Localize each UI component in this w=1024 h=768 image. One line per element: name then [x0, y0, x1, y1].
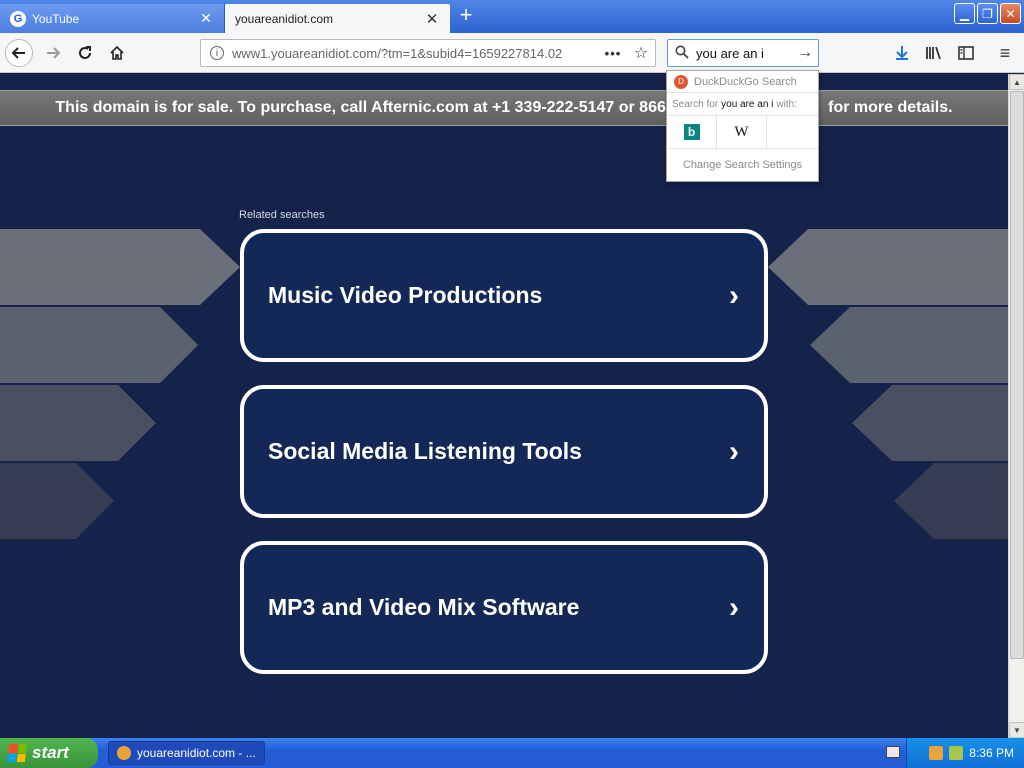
banner-text: This domain is for sale. To purchase, ca… — [0, 91, 1008, 127]
start-label: start — [32, 743, 69, 762]
related-search-label: MP3 and Video Mix Software — [268, 594, 580, 620]
related-search-item[interactable]: Music Video Productions › — [240, 229, 768, 362]
minimize-button[interactable]: ▁ — [954, 3, 975, 24]
related-search-label: Music Video Productions — [268, 282, 543, 308]
search-bar[interactable]: you are an i → — [667, 39, 819, 67]
sidebar-toggle-icon[interactable] — [954, 41, 978, 65]
related-search-label: Social Media Listening Tools — [268, 438, 582, 464]
scroll-up-arrow-icon[interactable]: ▲ — [1009, 74, 1024, 90]
bing-icon: b — [683, 124, 700, 140]
window-controls: ▁ ❐ ✕ — [954, 3, 1021, 24]
taskbar-window-title: youareanidiot.com - ... — [137, 746, 256, 760]
tab-youtube[interactable]: G YouTube ✕ — [0, 4, 225, 33]
new-tab-button[interactable]: + — [455, 4, 477, 27]
url-text[interactable]: www1.youareanidiot.com/?tm=1&subid4=1659… — [232, 46, 599, 61]
start-button[interactable]: start — [0, 738, 98, 768]
wikipedia-icon: W — [734, 123, 749, 140]
page-actions-icon[interactable]: ••• — [599, 46, 627, 61]
library-icon[interactable] — [922, 41, 946, 65]
hamburger-menu-icon[interactable]: ≡ — [993, 41, 1017, 65]
window-close-button[interactable]: ✕ — [1000, 3, 1021, 24]
keyboard-icon[interactable] — [886, 746, 900, 758]
tray-app-icon[interactable] — [929, 746, 944, 760]
banner-tail-text: for more details. — [828, 99, 953, 116]
windows-logo-icon — [6, 744, 28, 762]
search-icon — [668, 45, 696, 62]
forward-arrow-icon — [47, 47, 61, 59]
site-info-icon[interactable]: i — [210, 46, 224, 60]
search-suggestions-popup: D DuckDuckGo Search Search for you are a… — [666, 70, 819, 182]
related-searches-heading: Related searches — [239, 209, 325, 221]
bing-engine-button[interactable]: b — [667, 116, 717, 148]
decorative-chevrons-left — [0, 229, 240, 539]
search-for-suffix: with: — [776, 98, 797, 110]
restore-button[interactable]: ❐ — [977, 3, 998, 24]
bookmark-star-icon[interactable]: ☆ — [627, 43, 655, 63]
youtube-favicon-icon: G — [10, 10, 26, 27]
chevron-right-icon: › — [729, 434, 739, 468]
related-search-item[interactable]: Social Media Listening Tools › — [240, 385, 768, 518]
default-engine-row[interactable]: D DuckDuckGo Search — [667, 71, 818, 93]
wikipedia-engine-button[interactable]: W — [717, 116, 767, 148]
page-content: This domain is for sale. To purchase, ca… — [0, 74, 1008, 738]
close-tab-icon[interactable]: ✕ — [424, 10, 440, 28]
vertical-scrollbar[interactable]: ▲ ▼ — [1008, 74, 1024, 738]
search-for-row: Search for you are an i with: — [667, 93, 818, 115]
taskbar-window-button[interactable]: youareanidiot.com - ... — [108, 741, 265, 765]
forward-button[interactable] — [39, 39, 67, 67]
close-tab-icon[interactable]: ✕ — [198, 10, 214, 27]
browser-tab-bar: G YouTube ✕ youareanidiot.com ✕ + ▁ ❐ ✕ — [0, 0, 1024, 33]
taskbar: start youareanidiot.com - ... 8:36 PM — [0, 738, 1024, 768]
reload-icon — [79, 46, 91, 59]
change-search-settings-button[interactable]: Change Search Settings — [667, 149, 818, 181]
tab-title: youareanidiot.com — [235, 11, 334, 26]
search-input[interactable]: you are an i — [696, 46, 792, 61]
decorative-chevrons-right — [768, 229, 1008, 539]
back-button[interactable] — [5, 39, 33, 67]
downloads-icon[interactable] — [890, 41, 914, 65]
banner-main-text: This domain is for sale. To purchase, ca… — [55, 99, 672, 116]
search-for-prefix: Search for — [672, 98, 719, 110]
tray-network-icon[interactable] — [949, 746, 964, 760]
scroll-down-arrow-icon[interactable]: ▼ — [1009, 722, 1024, 738]
one-off-engines: b W — [667, 115, 818, 149]
back-arrow-icon — [11, 47, 25, 59]
reload-button[interactable] — [71, 39, 99, 67]
clock: 8:36 PM — [969, 746, 1014, 760]
system-tray: 8:36 PM — [906, 738, 1024, 768]
tab-title: YouTube — [32, 11, 80, 26]
scrollbar-thumb[interactable] — [1010, 91, 1024, 659]
home-icon — [110, 45, 124, 60]
navigation-toolbar: i www1.youareanidiot.com/?tm=1&subid4=16… — [0, 33, 1024, 73]
domain-for-sale-banner: This domain is for sale. To purchase, ca… — [0, 90, 1008, 126]
search-for-query: you are an i — [721, 98, 774, 110]
firefox-icon — [117, 746, 131, 760]
chevron-right-icon: › — [729, 590, 739, 624]
search-go-arrow-icon[interactable]: → — [792, 44, 818, 62]
home-button[interactable] — [103, 39, 131, 67]
related-search-item[interactable]: MP3 and Video Mix Software › — [240, 541, 768, 674]
address-bar[interactable]: i www1.youareanidiot.com/?tm=1&subid4=16… — [200, 39, 656, 67]
chevron-right-icon: › — [729, 278, 739, 312]
engine-name: DuckDuckGo Search — [694, 75, 797, 88]
duckduckgo-icon: D — [674, 74, 688, 89]
tab-youareanidiot[interactable]: youareanidiot.com ✕ — [225, 4, 450, 33]
